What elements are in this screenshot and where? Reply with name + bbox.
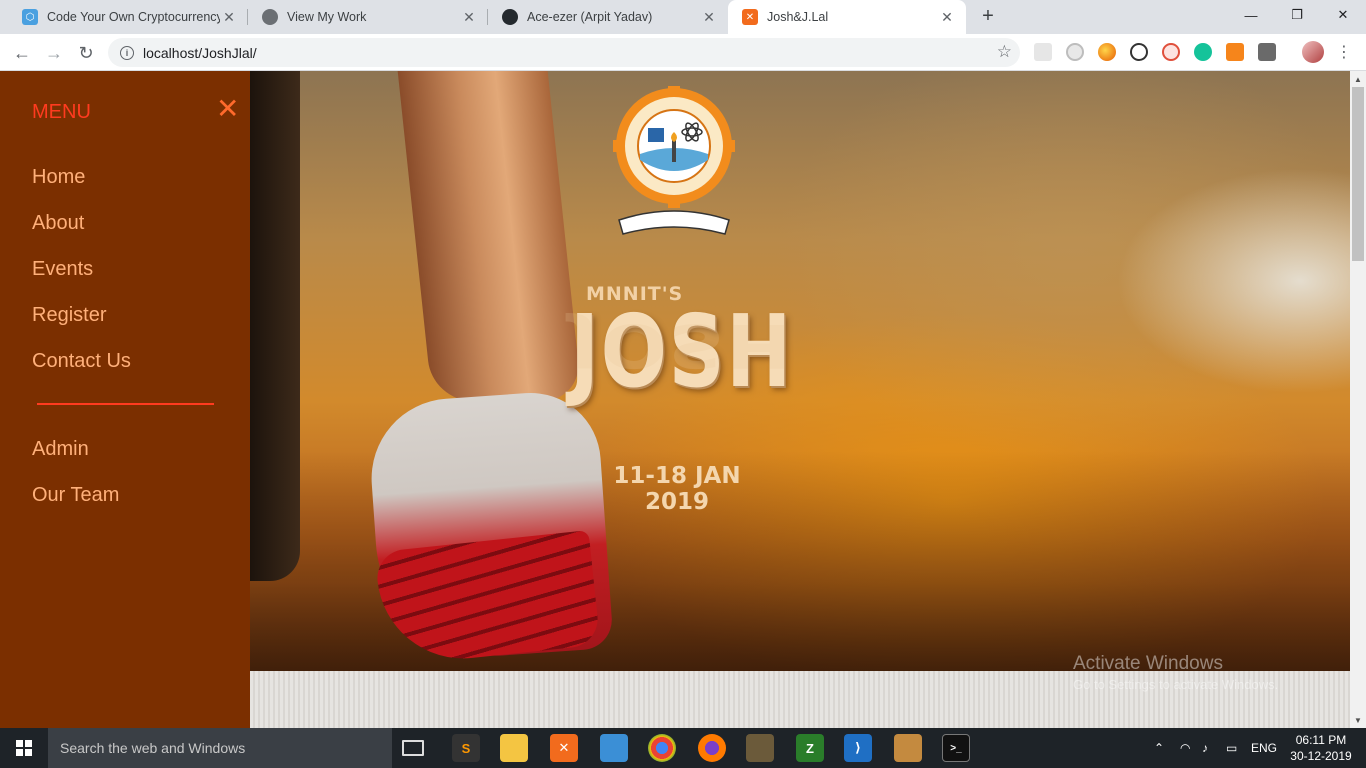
tab-close-icon[interactable]: ✕ [220,8,238,26]
browser-tab-github[interactable]: Ace-ezer (Arpit Yadav) ✕ [488,0,728,34]
extension-emoji-icon[interactable] [1098,43,1116,61]
browser-menu-icon[interactable]: ⋮ [1336,42,1352,62]
address-text: localhost/JoshJlal/ [143,44,257,61]
chrome-icon[interactable] [648,734,676,762]
extension-timer-icon[interactable] [1066,43,1084,61]
tab-title: View My Work [287,10,367,24]
menu-item-our-team[interactable]: Our Team [32,484,119,507]
hero-title-reflection: JOSH [570,310,794,381]
tab-title: Ace-ezer (Arpit Yadav) [527,10,653,24]
system-clock[interactable]: 06:11 PM 30-12-2019 [1290,732,1352,764]
page-viewport: MNNIT'S JOSH JOSH 11-18 JAN 2019 Activat… [0,71,1366,728]
menu-item-home[interactable]: Home [32,166,85,189]
sublime-text-icon[interactable]: S [452,734,480,762]
menu-title: MENU [32,101,91,123]
game-app-icon[interactable] [746,734,774,762]
activate-windows-title: Activate Windows [1073,653,1223,674]
windows-logo-icon [16,740,32,756]
window-close-button[interactable]: ✕ [1320,0,1366,30]
notification-icon[interactable]: ▭ [1226,728,1237,768]
extension-screenshot-icon[interactable] [1034,43,1052,61]
z-app-icon[interactable]: Z [796,734,824,762]
minimize-button[interactable]: — [1228,0,1274,30]
browser-tab-crypto[interactable]: ⬡ Code Your Own Cryptocurrency o ✕ [8,0,248,34]
tray-show-hidden-icon[interactable]: ⌃ [1154,728,1164,768]
clock-time: 06:11 PM [1295,733,1347,747]
terminal-icon[interactable]: >_ [942,734,970,762]
control-panel-icon[interactable] [600,734,628,762]
vscode-icon[interactable]: ⟩ [844,734,872,762]
taskbar-search-input[interactable]: Search the web and Windows [48,728,392,768]
site-info-icon[interactable]: i [120,45,134,60]
taskbar-search-placeholder: Search the web and Windows [60,740,246,756]
firefox-icon[interactable] [698,734,726,762]
clock-date: 30-12-2019 [1290,749,1352,763]
scroll-up-arrow-icon[interactable]: ▲ [1350,71,1366,87]
activate-windows-subtitle: Go to Settings to activate Windows. [1073,677,1279,692]
tab-close-icon[interactable]: ✕ [460,8,478,26]
event-dates-range: 11-18 JAN [613,463,741,489]
extension-pin-icon[interactable] [1162,43,1180,61]
language-indicator[interactable]: ENG [1251,728,1277,768]
package-app-icon[interactable] [894,734,922,762]
menu-divider [37,403,214,405]
xampp-icon[interactable]: ✕ [550,734,578,762]
side-menu: MENU ✕ Home About Events Register Contac… [0,71,250,728]
windows-taskbar: Search the web and Windows S ✕ Z ⟩ >_ ⌃ … [0,728,1366,768]
metamask-fox-icon[interactable] [1226,43,1244,61]
browser-tab-josh[interactable]: ✕ Josh&J.Lal ✕ [728,0,966,34]
bookmark-star-icon[interactable]: ☆ [997,42,1012,62]
menu-close-icon[interactable]: ✕ [216,95,239,123]
menu-item-register[interactable]: Register [32,304,106,327]
browser-tab-view-my-work[interactable]: View My Work ✕ [248,0,488,34]
tab-title: Josh&J.Lal [767,10,829,24]
menu-item-admin[interactable]: Admin [32,438,89,461]
back-button[interactable]: ← [8,39,36,67]
scroll-thumb[interactable] [1352,87,1364,261]
github-favicon-icon [502,9,518,25]
forward-button[interactable]: → [40,39,68,67]
profile-avatar[interactable] [1302,41,1324,63]
tab-strip: ⬡ Code Your Own Cryptocurrency o ✕ View … [0,0,1366,34]
extension-cube-icon[interactable] [1258,43,1276,61]
volume-icon[interactable]: ♪ [1202,728,1208,768]
task-view-icon[interactable] [402,740,424,756]
file-explorer-icon[interactable] [500,734,528,762]
tab-close-icon[interactable]: ✕ [700,8,718,26]
event-dates-year: 2019 [644,489,709,515]
reload-button[interactable]: ↻ [72,39,100,67]
address-bar[interactable]: i localhost/JoshJlal/ ☆ [108,38,1020,67]
scroll-down-arrow-icon[interactable]: ▼ [1350,712,1366,728]
extension-swirl-icon[interactable] [1130,43,1148,61]
event-dates: 11-18 JAN 2019 [612,463,742,515]
grammarly-icon[interactable] [1194,43,1212,61]
page-scrollbar[interactable]: ▲ ▼ [1350,71,1366,728]
blockchain-favicon-icon: ⬡ [22,9,38,25]
windows-start-button[interactable] [0,728,48,768]
institute-logo [613,86,735,235]
globe-favicon-icon [262,9,278,25]
xampp-favicon-icon: ✕ [742,9,758,25]
hero-runner-back-leg [250,71,300,581]
tab-title: Code Your Own Cryptocurrency o [47,10,220,24]
tab-close-icon[interactable]: ✕ [938,8,956,26]
new-tab-button[interactable]: + [976,4,1000,28]
browser-toolbar: ← → ↻ i localhost/JoshJlal/ ☆ ⋮ [0,34,1366,71]
menu-item-about[interactable]: About [32,212,84,235]
maximize-button[interactable]: ❐ [1274,0,1320,30]
menu-item-contact-us[interactable]: Contact Us [32,350,131,373]
wifi-icon[interactable]: ◠ [1180,728,1190,768]
menu-item-events[interactable]: Events [32,258,93,281]
